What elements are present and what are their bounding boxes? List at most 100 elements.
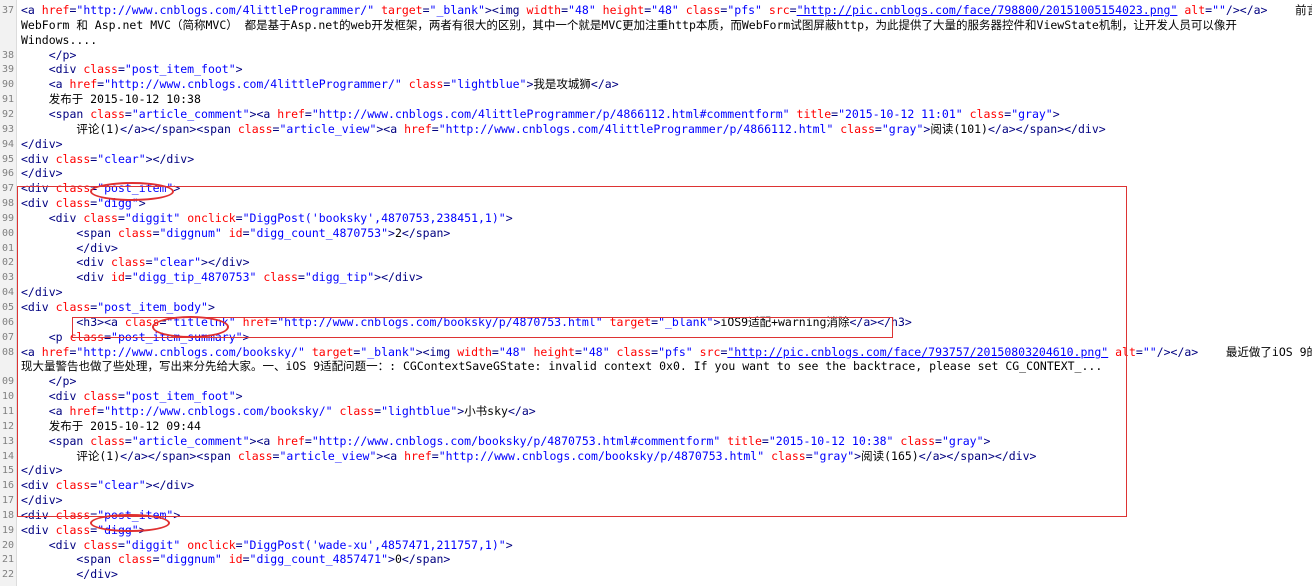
code-token: =: [874, 121, 882, 136]
code-token: "lightblue": [450, 77, 527, 92]
code-token: alt: [1177, 3, 1206, 17]
code-line: 20 <div class="diggit" onclick="DiggPost…: [0, 537, 1312, 553]
code-text: <div class="diggit" onclick="DiggPost('w…: [21, 538, 513, 553]
line-number: 10: [0, 389, 14, 405]
code-token: <div: [21, 522, 56, 537]
code-text: <span class="diggnum" id="digg_count_485…: [21, 552, 450, 567]
code-token: </span>: [401, 552, 451, 567]
line-number: 11: [0, 403, 14, 419]
code-token: "gray": [881, 121, 924, 136]
line-number: 96: [0, 166, 14, 182]
code-line: 19 <div class="digg">: [0, 522, 1312, 538]
line-number: 07: [0, 329, 14, 345]
code-token: =: [789, 3, 797, 17]
code-token: </div>: [21, 136, 63, 151]
line-number: 22: [0, 567, 14, 583]
code-text: 发布于 2015-10-12 10:38: [21, 92, 201, 107]
code-token: <div: [21, 62, 84, 77]
line-number: 94: [0, 136, 14, 152]
line-number: 14: [0, 448, 14, 464]
line-number: 98: [0, 196, 14, 212]
code-token: class: [55, 522, 91, 537]
code-token: =: [304, 106, 312, 121]
code-token: class: [401, 77, 444, 92]
code-token: class: [83, 62, 118, 77]
code-token: "http://pic.cnblogs.com/face/798800/2015…: [796, 3, 1178, 17]
code-token: src: [761, 3, 790, 17]
line-number: 37: [0, 3, 14, 18]
line-number: 13: [0, 433, 14, 449]
code-token: "_blank": [429, 3, 485, 17]
line-number: 93: [0, 121, 14, 137]
code-token: /></a>: [1225, 3, 1268, 17]
code-token: <div: [21, 151, 56, 166]
code-token: <span: [21, 106, 91, 121]
line-number: 05: [0, 300, 14, 315]
code-token: ><a: [249, 106, 278, 121]
code-token: =: [561, 3, 569, 17]
line-number: 15: [0, 463, 14, 479]
code-line: 92 <span class="article_comment"><a href…: [0, 106, 1312, 122]
line-number: 08: [0, 344, 14, 360]
code-token: >: [505, 537, 513, 552]
code-token: </div>: [21, 567, 118, 582]
code-token: =: [242, 552, 250, 567]
code-token: class: [55, 151, 91, 166]
line-number: 00: [0, 225, 14, 241]
code-token: <a: [21, 77, 70, 92]
code-token: =: [235, 537, 243, 552]
code-token: =: [117, 537, 125, 552]
code-token: </p>: [21, 47, 77, 62]
code-text: <div class="post_item_foot">: [21, 62, 243, 77]
code-token: =: [422, 3, 430, 17]
code-token: href: [404, 121, 432, 136]
code-token: 0: [394, 552, 402, 567]
code-token: height: [595, 3, 645, 17]
line-number: 09: [0, 374, 14, 390]
code-line: 93 评论(1)</a></span><span class="article_…: [0, 121, 1312, 137]
code-token: </a>: [590, 77, 619, 92]
code-token: "article_view": [279, 121, 377, 136]
code-text: </div>: [21, 166, 63, 181]
code-token: <a: [21, 3, 42, 17]
code-line: 95 <div class="clear"></div>: [0, 151, 1312, 167]
code-token: title: [789, 106, 832, 121]
code-token: =: [152, 552, 160, 567]
code-token: 最近做了iOS 9的适配，程序: [1225, 344, 1312, 359]
code-token: >: [1052, 106, 1060, 121]
line-number: 01: [0, 240, 14, 256]
code-line: WebForm 和 Asp.net MVC（简称MVC） 都是基于Asp.net…: [0, 18, 1312, 33]
code-token: "48": [651, 3, 679, 17]
code-text: </div>: [21, 137, 63, 152]
code-token: "http://www.cnblogs.com/4littleProgramme…: [104, 77, 402, 92]
code-token: "clear": [97, 151, 146, 166]
code-token: "": [1142, 344, 1157, 359]
line-number: 90: [0, 77, 14, 93]
line-number: 02: [0, 255, 14, 271]
code-token: class: [90, 106, 125, 121]
code-token: class: [962, 106, 1005, 121]
code-text: WebForm 和 Asp.net MVC（简称MVC） 都是基于Asp.net…: [21, 18, 1237, 33]
code-token: "48": [568, 3, 596, 17]
code-text: Windows....: [21, 33, 97, 48]
source-viewer[interactable]: 37 <a href="http://www.cnblogs.com/4littl…: [0, 0, 1312, 586]
code-text: <a href="http://www.cnblogs.com/4littleP…: [21, 77, 619, 92]
code-line: 90 <a href="http://www.cnblogs.com/4litt…: [0, 77, 1312, 93]
code-token: "pfs": [727, 3, 762, 17]
line-number: 16: [0, 478, 14, 494]
line-number: 91: [0, 92, 14, 108]
line-number: 99: [0, 210, 14, 226]
code-text: 评论(1)</a></span><span class="article_vie…: [21, 121, 1106, 137]
code-token: ></div>: [145, 151, 195, 166]
code-token: /></a>: [1156, 344, 1199, 359]
code-token: WebForm 和 Asp.net MVC（简称MVC） 都是基于Asp.net…: [21, 17, 1237, 32]
code-token: "http://www.cnblogs.com/4littleProgramme…: [311, 106, 790, 121]
code-token: href: [69, 77, 98, 92]
code-token: "diggit": [124, 537, 181, 552]
code-token: Windows....: [21, 32, 98, 47]
code-token: "http://www.cnblogs.com/4littleProgramme…: [76, 3, 375, 17]
line-number: 19: [0, 522, 14, 538]
code-token: href: [277, 106, 305, 121]
code-token: </a></span></div>: [987, 121, 1106, 136]
code-text: <span class="article_comment"><a href="h…: [21, 107, 1060, 122]
